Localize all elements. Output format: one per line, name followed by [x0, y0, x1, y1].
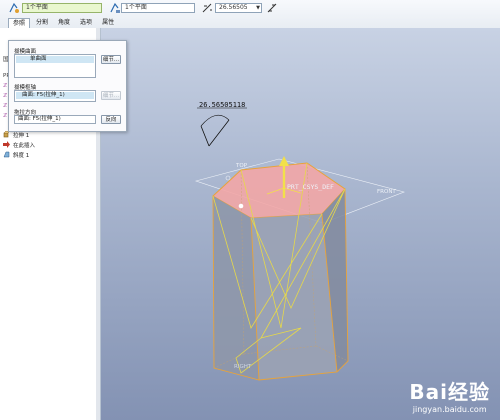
draft-surfaces-collector[interactable]: 单曲面 [14, 54, 96, 78]
tab-options[interactable]: 选项 [76, 18, 96, 28]
tree-item-extrude[interactable]: 拉伸 1 [3, 130, 30, 141]
draft-hinge-icon[interactable] [109, 2, 121, 14]
tree-item-draft[interactable]: 斜度 1 [3, 151, 30, 162]
details-button-hinges[interactable]: 细节... [101, 91, 121, 100]
drag-handle [238, 203, 244, 209]
flip-button[interactable]: 反向 [101, 115, 121, 124]
tab-references[interactable]: 参照 [8, 18, 31, 28]
tree-fragment: ℤ [3, 93, 8, 99]
angle-dimension-lines [200, 119, 230, 147]
details-button-surfaces[interactable]: 细节... [101, 55, 121, 64]
angle-dimension-label[interactable]: 26.56505118 [199, 101, 245, 109]
flip-angle-icon[interactable] [201, 2, 213, 14]
draft-angle-field[interactable]: 26.56505 ▼ [215, 3, 262, 13]
flip-direction-icon[interactable] [266, 2, 278, 14]
tree-item-label: 在此插入 [13, 143, 36, 149]
tree-fragment: ℤ [3, 113, 8, 119]
draft-icon [3, 151, 10, 162]
chevron-down-icon[interactable]: ▼ [256, 4, 260, 12]
reference-plane-field[interactable]: 1个平面 [22, 3, 102, 13]
tab-properties[interactable]: 属性 [98, 18, 118, 28]
tree-fragment: ℤ [3, 83, 8, 89]
baidu-jingyan-watermark: Bai经验 jingyan.baidu.com [409, 376, 490, 414]
draft-surfaces-value[interactable]: 单曲面 [16, 56, 94, 63]
draft-dashboard: 1个平面 1个平面 26.56505 ▼ 参照 分割 角度 选项 属性 [0, 0, 500, 29]
draft-hinges-collector[interactable]: 曲面: F5(拉伸_1) [14, 90, 96, 102]
tree-item-label: 斜度 1 [13, 153, 30, 159]
tree-fragment: ℤ [3, 103, 8, 109]
pull-direction-collector[interactable]: 曲面: F5(拉伸_1) [14, 115, 96, 124]
watermark-logo: Bai经验 [409, 380, 490, 404]
front-plane-label: FRONT [377, 189, 396, 195]
dashboard-tabs: 参照 分割 角度 选项 属性 [8, 18, 118, 28]
tree-item-insert-here[interactable]: 在此插入 [3, 141, 36, 151]
tab-split[interactable]: 分割 [32, 18, 52, 28]
watermark-url: jingyan.baidu.com [412, 405, 487, 414]
tab-angles[interactable]: 角度 [54, 18, 74, 28]
draft-surface-collector-icon[interactable] [8, 2, 20, 14]
tree-item-label: 拉伸 1 [13, 133, 30, 139]
draft-angle-value: 26.56505 [219, 4, 248, 11]
csys-label: PRT_CSYS_DEF [287, 183, 334, 191]
pivot-plane-field[interactable]: 1个平面 [121, 3, 195, 13]
model-viewport [194, 107, 405, 381]
references-panel: 拔模曲面 单曲面 细节... 拔模枢轴 曲面: F5(拉伸_1) 细节... 拖… [8, 40, 127, 132]
draft-hinges-value[interactable]: 曲面: F5(拉伸_1) [16, 92, 94, 99]
top-plane-label: TOP [236, 163, 248, 169]
right-plane-label: RIGHT [234, 364, 252, 370]
graphics-window[interactable]: 26.56505118 TOP PRT_CSYS_DEF FRONT RIGHT [101, 28, 500, 420]
